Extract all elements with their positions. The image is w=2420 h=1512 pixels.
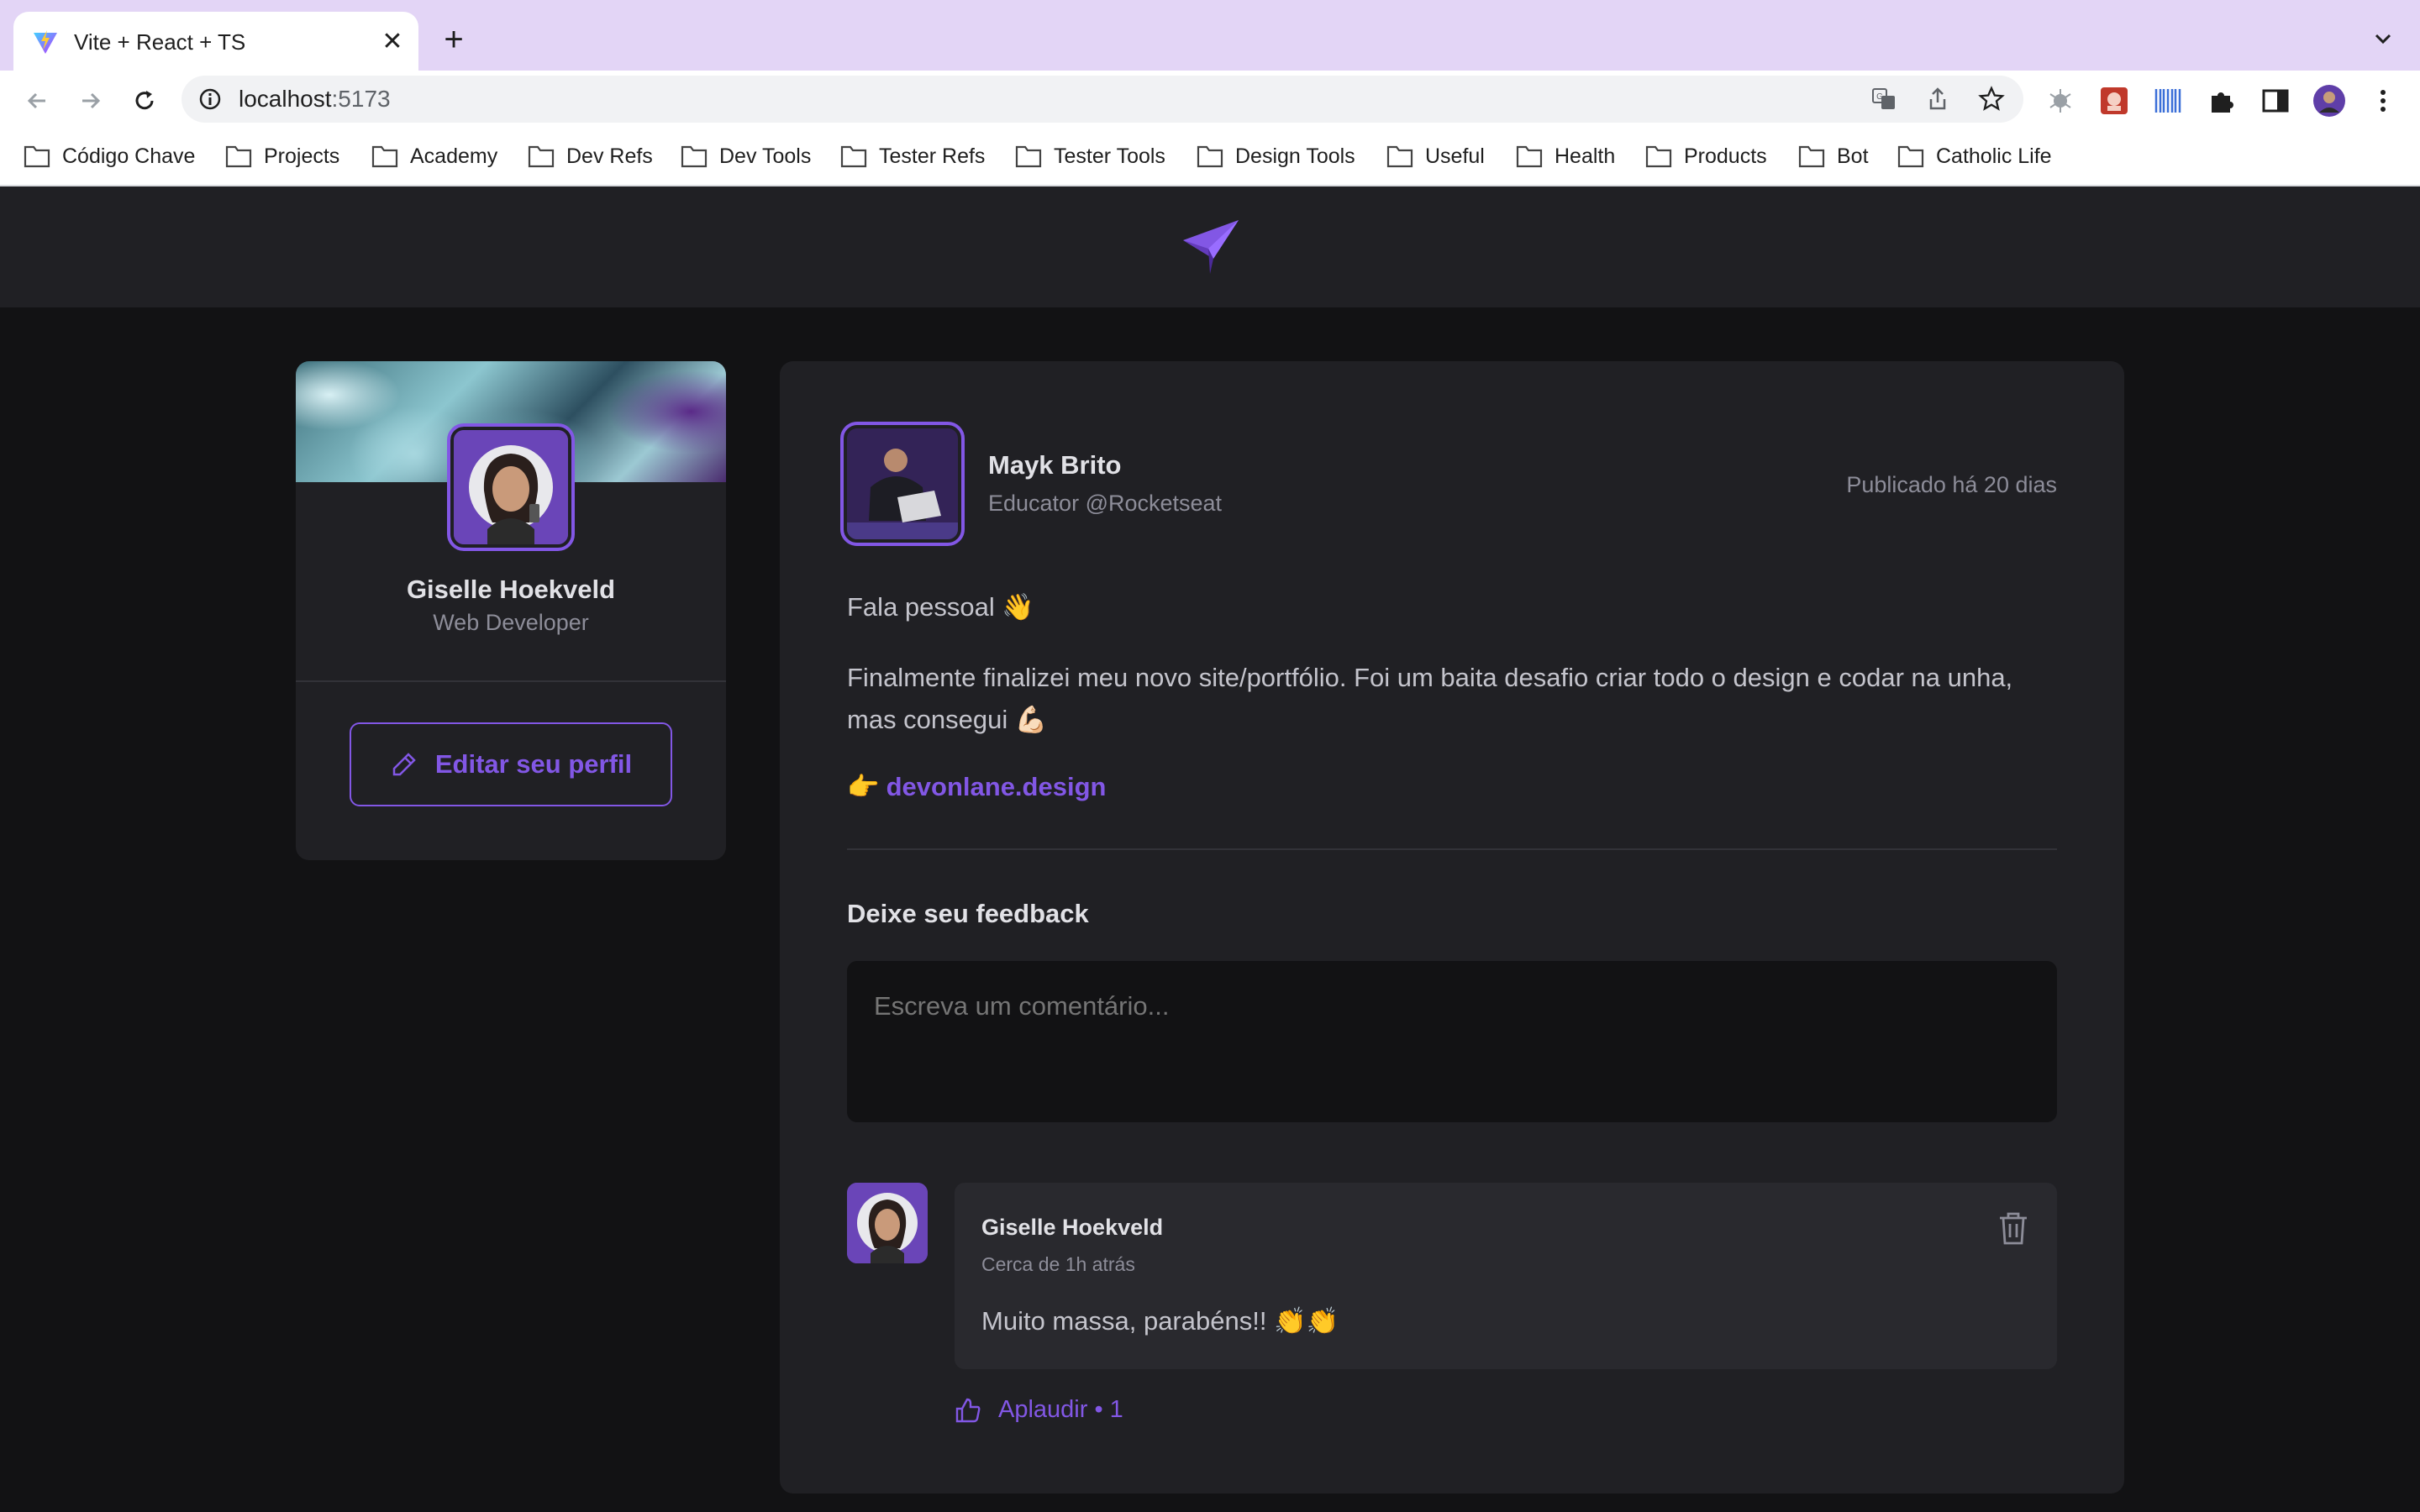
folder-icon [528, 145, 555, 168]
arrow-left-icon [27, 92, 45, 109]
folder-icon [1645, 145, 1672, 168]
arrow-right-icon [82, 92, 101, 109]
browser-menu-icon[interactable] [2366, 84, 2400, 118]
user-photo-icon [454, 430, 568, 544]
bookmark-folder[interactable]: Bot [1798, 141, 1869, 171]
commenter-photo-icon [847, 1183, 928, 1263]
app-header [0, 186, 2420, 307]
bookmark-folder[interactable]: Dev Refs [528, 141, 653, 171]
folder-icon [1897, 145, 1924, 168]
avatar [447, 423, 575, 551]
pencil-icon [392, 753, 416, 776]
bookmarks-bar: Código Chave Projects Academy Dev Refs D… [0, 129, 2420, 186]
bookmark-folder[interactable]: Useful [1386, 141, 1485, 171]
bookmark-star-icon[interactable] [1978, 86, 2005, 113]
post-timestamp: Publicado há 20 dias [1846, 472, 2057, 497]
bookmark-folder[interactable]: Catholic Life [1897, 141, 2052, 171]
bookmark-folder[interactable]: Dev Tools [681, 141, 811, 171]
folder-icon [681, 145, 708, 168]
profile-role: Web Developer [433, 610, 589, 635]
share-icon[interactable] [1924, 86, 1951, 113]
extension-bug-icon[interactable] [2044, 84, 2077, 118]
author-photo-icon [847, 428, 958, 539]
folder-icon [1197, 145, 1223, 168]
post-link-row: 👉 devonlane.design [847, 771, 1106, 802]
folder-icon [840, 145, 867, 168]
tab-title: Vite + React + TS [74, 29, 246, 55]
profile-avatar-icon[interactable] [2312, 84, 2346, 118]
comment-avatar[interactable] [847, 1183, 928, 1263]
feedback-title: Deixe seu feedback [847, 899, 1089, 928]
profile-sidebar: Giselle Hoekveld Web Developer Editar se… [296, 361, 726, 860]
forward-button[interactable] [74, 84, 108, 118]
new-tab-button[interactable]: + [437, 23, 471, 57]
divider [296, 680, 726, 682]
post-paragraph: Finalmente finalizei meu novo site/portf… [847, 663, 2013, 734]
comment-text: Muito massa, parabéns!! 👏👏 [981, 1306, 1339, 1336]
url-text: localhost:5173 [239, 86, 391, 112]
browser-tabstrip: Vite + React + TS ✕ + [0, 0, 2420, 71]
bookmark-folder[interactable]: Design Tools [1197, 141, 1355, 171]
post-card: Mayk Brito Educator @Rocketseat Publicad… [780, 361, 2124, 1494]
extension-barcode-icon[interactable] [2151, 84, 2185, 118]
reload-icon [135, 91, 154, 110]
info-icon[interactable] [197, 86, 224, 113]
vite-favicon-icon [34, 30, 57, 54]
bookmark-folder[interactable]: Products [1645, 141, 1767, 171]
pointing-hand-icon: 👉 [847, 772, 880, 801]
bookmark-folder[interactable]: Academy [371, 141, 497, 171]
profile-name: Giselle Hoekveld [406, 575, 616, 604]
folder-icon [1386, 145, 1413, 168]
folder-icon [371, 145, 398, 168]
folder-icon [1015, 145, 1042, 168]
translate-icon[interactable]: G [1870, 86, 1897, 113]
extensions-puzzle-icon[interactable] [2205, 84, 2238, 118]
bookmark-folder[interactable]: Código Chave [24, 141, 195, 171]
ignite-logo-icon [1183, 220, 1239, 274]
bookmark-folder[interactable]: Health [1516, 141, 1615, 171]
comment-author: Giselle Hoekveld [981, 1215, 1164, 1240]
comment-timestamp: Cerca de 1h atrás [981, 1253, 1135, 1275]
side-panel-icon[interactable] [2259, 84, 2292, 118]
folder-icon [225, 145, 252, 168]
bookmark-folder[interactable]: Projects [225, 141, 339, 171]
folder-icon [24, 145, 50, 168]
address-bar[interactable]: localhost:5173 G [182, 76, 2023, 123]
post-body: Fala pessoal 👋 Finalmente finalizei meu … [847, 586, 2057, 769]
svg-text:G: G [1876, 92, 1883, 102]
comment-card: Giselle Hoekveld Cerca de 1h atrás Muito… [955, 1183, 2057, 1369]
edit-profile-button[interactable]: Editar seu perfil [350, 722, 672, 806]
reload-button[interactable] [128, 84, 161, 118]
trash-icon[interactable] [1996, 1210, 2030, 1247]
thumbs-up-icon [955, 1398, 981, 1422]
bookmark-folder[interactable]: Tester Refs [840, 141, 985, 171]
post-link[interactable]: devonlane.design [886, 772, 1107, 802]
tab-close-icon[interactable]: ✕ [378, 27, 407, 55]
applaud-button[interactable]: Aplaudir • 1 [955, 1396, 1123, 1424]
back-button[interactable] [20, 84, 54, 118]
post-paragraph: Fala pessoal 👋 [847, 592, 1034, 622]
folder-icon [1516, 145, 1543, 168]
author-avatar[interactable] [840, 422, 965, 546]
bookmark-folder[interactable]: Tester Tools [1015, 141, 1165, 171]
folder-icon [1798, 145, 1825, 168]
divider [847, 848, 2057, 850]
browser-tab[interactable]: Vite + React + TS ✕ [13, 12, 418, 71]
extension-red-icon[interactable] [2097, 84, 2131, 118]
author-role: Educator @Rocketseat [988, 491, 1223, 516]
author-name: Mayk Brito [988, 450, 1122, 480]
browser-toolbar: localhost:5173 G [0, 71, 2420, 129]
tab-search-chevron-icon[interactable] [2370, 25, 2396, 52]
comment-input[interactable] [847, 961, 2057, 1122]
